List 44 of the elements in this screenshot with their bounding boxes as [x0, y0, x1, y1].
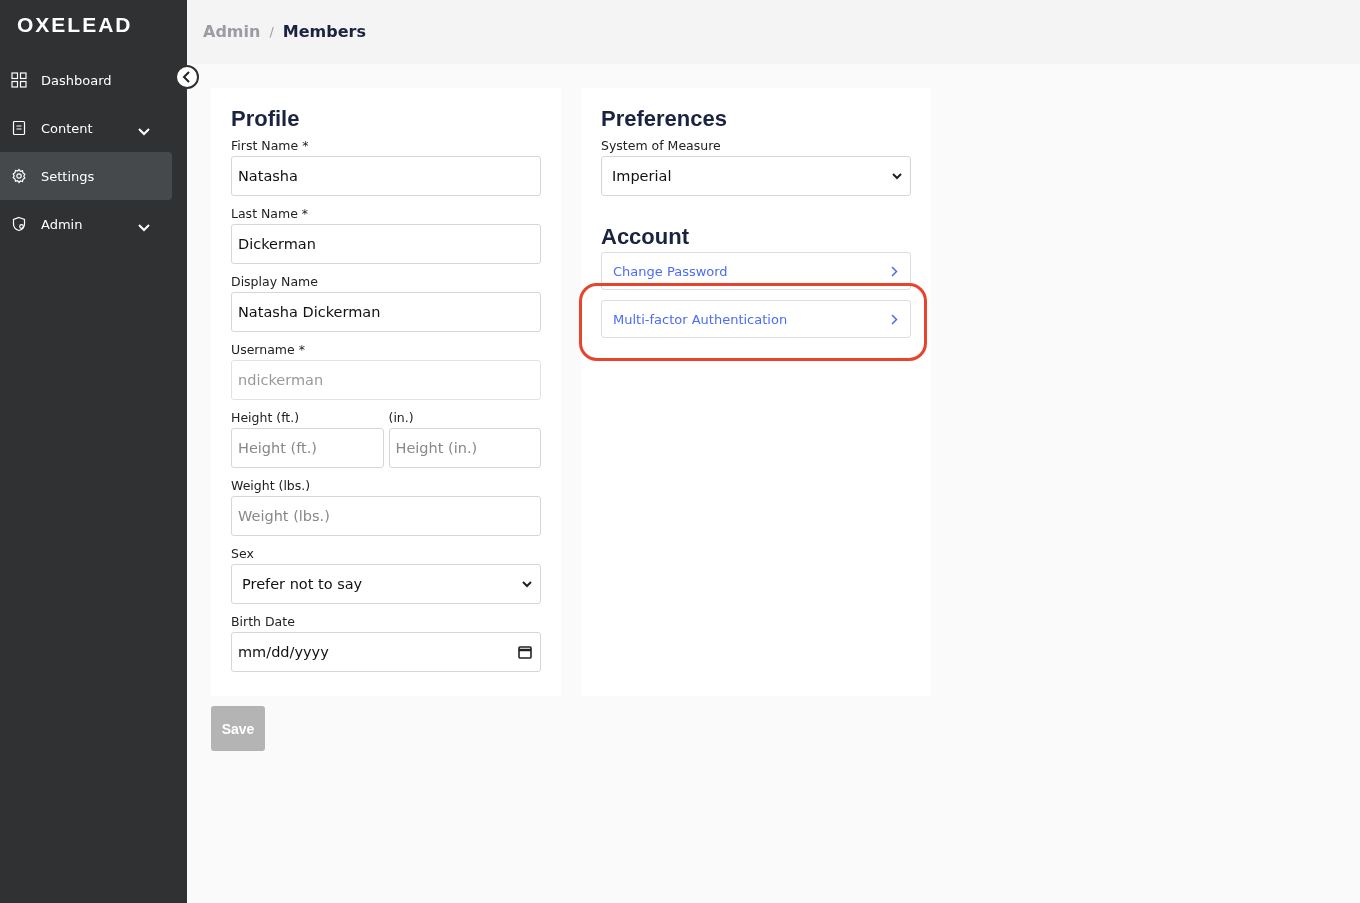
date-field[interactable]: mm/dd/yyyy [231, 632, 541, 672]
chevron-left-icon [182, 71, 192, 83]
input-field[interactable]: Weight (lbs.) [231, 496, 541, 536]
breadcrumb-current: Members [282, 21, 366, 41]
input-field[interactable]: Height (in.) [388, 428, 541, 468]
field-label: Last Name * [231, 206, 310, 221]
chevron-right-icon [891, 265, 898, 277]
chevron-right-icon [891, 313, 898, 325]
field-label: (in.) [388, 410, 415, 425]
input-field[interactable]: Natasha Dickerman [231, 292, 541, 332]
input-field[interactable]: Natasha [231, 156, 541, 196]
account-link[interactable]: Multi-factor Authentication [601, 300, 911, 338]
shield-gear-icon [11, 216, 27, 232]
section-title: Account [601, 224, 690, 250]
calendar-icon [518, 645, 532, 659]
settings-icon [11, 168, 27, 184]
input-field[interactable]: Height (ft.) [231, 428, 384, 468]
field-label: Weight (lbs.) [231, 478, 312, 493]
field-label: Height (ft.) [231, 410, 301, 425]
field-label: First Name * [231, 138, 310, 153]
select-field[interactable]: Imperial [601, 156, 911, 196]
input-field[interactable]: Dickerman [231, 224, 541, 264]
chevron-down-icon [138, 224, 150, 232]
account-link[interactable]: Change Password [601, 252, 911, 290]
chevron-down-icon [138, 128, 150, 136]
clipboard-icon [11, 120, 27, 136]
sidebar-item[interactable]: Settings [0, 152, 172, 200]
sidebar-item[interactable]: Admin [0, 200, 172, 248]
field-label: Sex [231, 546, 255, 561]
field-label: Username * [231, 342, 306, 357]
chevron-down-icon [892, 172, 902, 180]
section-title: Preferences [601, 106, 728, 132]
grid-icon [11, 72, 27, 88]
field-label: Birth Date [231, 614, 296, 629]
field-label: System of Measure [601, 138, 722, 153]
select-field[interactable]: Prefer not to say [231, 564, 541, 604]
section-title: Profile [231, 106, 301, 132]
sidebar-item[interactable]: Content [0, 104, 172, 152]
sidebar-item[interactable]: Dashboard [0, 56, 172, 104]
breadcrumb-separator: / [269, 23, 274, 39]
logo: OXELEAD [16, 12, 134, 38]
field-label: Display Name [231, 274, 319, 289]
chevron-down-icon [522, 580, 532, 588]
collapse-sidebar-button[interactable] [175, 65, 199, 89]
